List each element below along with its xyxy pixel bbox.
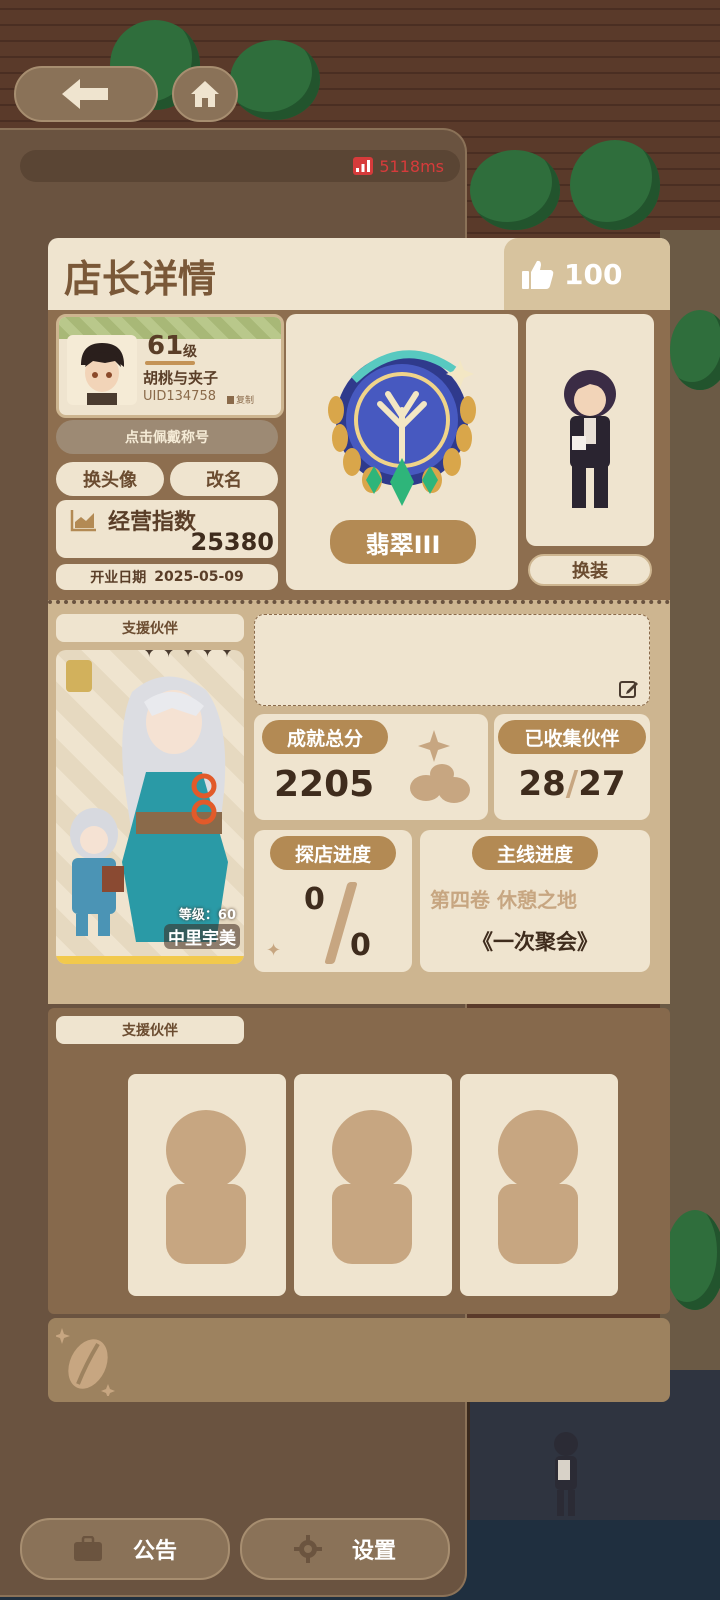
mainline-progress-card: 主线进度 第四卷 休憩之地 《一次聚会》 xyxy=(420,830,650,972)
tree xyxy=(665,1210,720,1310)
rank-card: 翡翠III xyxy=(286,314,518,590)
outfit-preview xyxy=(526,314,654,546)
silhouette-icon xyxy=(498,1110,578,1190)
player-uid: UID134758 xyxy=(143,389,216,404)
thumbs-up-icon xyxy=(522,260,554,289)
attribute-icon xyxy=(66,660,92,692)
ping-indicator: 5118ms xyxy=(20,150,460,182)
open-date-card: 开业日期 2025-05-09 xyxy=(56,564,278,590)
achievement-score-card: 成就总分 2205 xyxy=(254,714,488,820)
mainline-header: 主线进度 xyxy=(472,836,598,870)
chart-icon xyxy=(70,510,96,532)
copy-uid-button[interactable]: 复制 xyxy=(227,393,254,406)
collected-partners-card: 已收集伙伴 28/27 xyxy=(494,714,650,820)
home-icon xyxy=(191,81,219,107)
wear-title-button[interactable]: 点击佩戴称号 xyxy=(56,420,278,454)
support-partner-label: 支援伙伴 xyxy=(122,621,178,637)
rename-button[interactable]: 改名 xyxy=(170,462,278,496)
settings-label: 设置 xyxy=(351,1539,396,1564)
profile-section: 61 级 胡桃与夹子 UID134758 复制 点击佩戴称号 换头像 改名 经营… xyxy=(48,310,670,600)
mainline-chapter: 《一次聚会》 xyxy=(472,930,598,954)
profile-card: 61 级 胡桃与夹子 UID134758 复制 xyxy=(56,314,284,418)
silhouette-icon xyxy=(166,1110,246,1190)
empty-partner-slot[interactable] xyxy=(460,1074,618,1296)
rank-name: 翡翠III xyxy=(365,530,441,559)
copy-icon xyxy=(227,395,234,404)
explore-progress-card: 探店进度 0 0 ✦ xyxy=(254,830,412,972)
explore-value: 0 xyxy=(304,882,325,917)
support-partner-card[interactable]: ✦✦✦✦✦ 等级：60 中里宇美 xyxy=(56,650,244,964)
business-index-card: 经营指数 25380 xyxy=(56,500,278,558)
open-date-label: 开业日期 xyxy=(90,570,147,586)
change-avatar-button[interactable]: 换头像 xyxy=(56,462,164,496)
avatar[interactable] xyxy=(67,335,137,405)
sparkle-icon: ✦ xyxy=(266,940,282,961)
rename-label: 改名 xyxy=(206,470,242,491)
collected-total: 27 xyxy=(578,764,626,804)
coffee-bean-bar xyxy=(48,1318,670,1402)
like-button[interactable]: 100 xyxy=(504,238,670,310)
empty-partner-slot[interactable] xyxy=(294,1074,452,1296)
collected-value: 28 xyxy=(518,764,566,804)
partner-chibi-sprite xyxy=(70,808,124,936)
coffee-bean-icon xyxy=(56,1328,115,1396)
change-outfit-button[interactable]: 换装 xyxy=(528,554,652,586)
player-name: 胡桃与夹子 xyxy=(143,369,219,387)
gear-icon xyxy=(293,1535,322,1563)
mainline-label: 主线进度 xyxy=(496,843,573,866)
level-value: 61 xyxy=(147,331,184,361)
stats-section: 支援伙伴 ✦✦✦✦✦ 等级：60 中里宇美 成就总分 2205 已收集伙伴 28… xyxy=(48,600,670,1004)
support-partner-header: 支援伙伴 xyxy=(56,614,244,642)
shop-owner-detail-card: 店长详情 100 61 级 胡桃与夹子 UID134758 复制 点击佩戴称号 … xyxy=(48,238,670,1402)
signal-icon xyxy=(353,157,374,175)
business-index-value: 25380 xyxy=(190,528,275,556)
collected-header: 已收集伙伴 xyxy=(498,720,646,754)
arrow-left-icon xyxy=(62,79,108,109)
settings-button[interactable]: 设置 xyxy=(240,1518,450,1580)
notice-button[interactable]: 公告 xyxy=(20,1518,230,1580)
level-unit: 级 xyxy=(183,344,197,360)
page-title: 店长详情 xyxy=(64,257,217,301)
support-slots-header: 支援伙伴 xyxy=(56,1016,244,1044)
tree xyxy=(470,150,560,230)
achievement-header: 成就总分 xyxy=(262,720,388,754)
briefcase-icon xyxy=(73,1536,102,1561)
business-index-label: 经营指数 xyxy=(108,510,197,535)
change-avatar-label: 换头像 xyxy=(83,470,137,491)
home-button[interactable] xyxy=(172,66,238,122)
explore-total: 0 xyxy=(350,928,371,963)
coffee-beans-icon xyxy=(410,730,470,803)
silhouette-icon xyxy=(332,1110,412,1190)
collected-label: 已收集伙伴 xyxy=(524,727,620,750)
like-count: 100 xyxy=(564,257,623,291)
empty-partner-slot[interactable] xyxy=(128,1074,286,1296)
wear-title-label: 点击佩戴称号 xyxy=(125,430,209,446)
partner-name: 中里宇美 xyxy=(164,924,240,949)
support-slots-section: 支援伙伴 xyxy=(48,1008,670,1314)
pedestrian-sprite xyxy=(554,1432,578,1516)
rank-badge: 翡翠III xyxy=(330,520,476,564)
achievement-label: 成就总分 xyxy=(286,727,363,750)
ping-value: 5118ms xyxy=(379,156,444,176)
notice-label: 公告 xyxy=(132,1539,177,1564)
edit-icon[interactable] xyxy=(619,679,639,699)
signature-box[interactable] xyxy=(254,614,650,706)
partner-level: 等级：60 xyxy=(178,908,236,923)
character-sprite xyxy=(564,370,616,508)
support-slots-label: 支援伙伴 xyxy=(122,1023,178,1039)
change-outfit-label: 换装 xyxy=(572,561,608,582)
tree xyxy=(570,140,660,230)
tree xyxy=(230,40,320,120)
open-date-value: 2025-05-09 xyxy=(154,569,244,585)
collected-fraction: 28/27 xyxy=(518,764,626,804)
achievement-value: 2205 xyxy=(274,764,375,805)
explore-header: 探店进度 xyxy=(270,836,396,870)
explore-label: 探店进度 xyxy=(294,843,371,866)
mainline-volume: 第四卷 休憩之地 xyxy=(430,888,577,912)
emerald-rank-emblem xyxy=(328,350,476,506)
back-button[interactable] xyxy=(14,66,158,122)
copy-label: 复制 xyxy=(236,396,255,406)
